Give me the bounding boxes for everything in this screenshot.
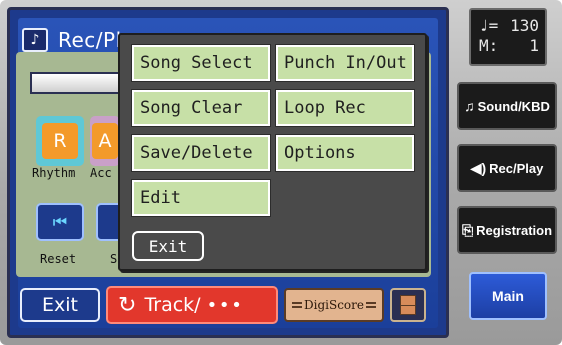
track-button[interactable]: ↻ Track/ • • • — [106, 286, 278, 324]
sound-kbd-button[interactable]: ♫ Sound/KBD — [457, 82, 557, 130]
score-lines-icon-right — [365, 302, 376, 308]
tempo-symbol: ♩= — [479, 16, 499, 35]
song-clear-item[interactable]: Song Clear — [131, 89, 271, 127]
sound-kbd-label: Sound/KBD — [477, 98, 550, 114]
digiscore-button[interactable]: DigiScore — [284, 288, 384, 322]
recorder-menu-popup: Song Select Punch In/Out Song Clear Loop… — [118, 33, 427, 271]
save-delete-item[interactable]: Save/Delete — [131, 134, 271, 172]
rhythm-part-button[interactable]: R — [36, 116, 84, 166]
menu-exit-button[interactable]: Exit — [132, 231, 204, 261]
registration-label: Registration — [476, 222, 553, 238]
accompaniment-caption: Acc — [90, 166, 112, 180]
loop-rec-item[interactable]: Loop Rec — [275, 89, 415, 127]
start-caption: S — [110, 252, 118, 266]
reset-caption: Reset — [40, 252, 77, 266]
music-notes-icon: ♫ — [464, 98, 475, 114]
device-frame: ♪ Rec/Pl R A Rhythm Acc ⏮ Reset S Exit ↻… — [0, 0, 562, 345]
reset-button[interactable]: ⏮ — [36, 203, 84, 241]
song-select-item[interactable]: Song Select — [131, 44, 271, 82]
speaker-icon: ◀) — [470, 159, 487, 176]
tempo-measure-display: ♩= 130 M: 1 — [469, 8, 547, 66]
main-button[interactable]: Main — [469, 272, 547, 320]
tempo-value: 130 — [510, 16, 539, 35]
rec-play-label: Rec/Play — [489, 160, 544, 176]
registration-button[interactable]: ⎘ Registration — [457, 206, 557, 254]
skip-back-icon: ⏮ — [52, 212, 68, 231]
music-note-icon: ♪ — [22, 28, 48, 52]
punch-in-out-item[interactable]: Punch In/Out — [275, 44, 415, 82]
measure-value: 1 — [529, 36, 539, 55]
edit-item[interactable]: Edit — [131, 179, 271, 217]
exit-button[interactable]: Exit — [20, 288, 100, 322]
rec-play-button[interactable]: ◀) Rec/Play — [457, 144, 557, 192]
cabinet-icon — [400, 295, 416, 315]
measure-label: M: — [479, 36, 499, 55]
rhythm-part-label: R — [42, 123, 78, 159]
digiscore-label: DigiScore — [304, 298, 364, 312]
accompaniment-part-button[interactable]: A — [90, 116, 120, 166]
track-button-label: Track/ — [144, 294, 201, 316]
song-folder-button[interactable] — [390, 288, 426, 322]
track-dots-icon: • • • — [206, 294, 242, 316]
book-icon: ⎘ — [461, 221, 474, 238]
score-lines-icon — [292, 302, 302, 308]
loop-arrow-icon: ↻ — [118, 292, 137, 318]
window-title: Rec/Pl — [58, 28, 122, 52]
bottom-bar: Exit ↻ Track/ • • • DigiScore — [14, 284, 439, 326]
rhythm-caption: Rhythm — [32, 166, 76, 180]
options-item[interactable]: Options — [275, 134, 415, 172]
accompaniment-part-label: A — [92, 123, 118, 159]
